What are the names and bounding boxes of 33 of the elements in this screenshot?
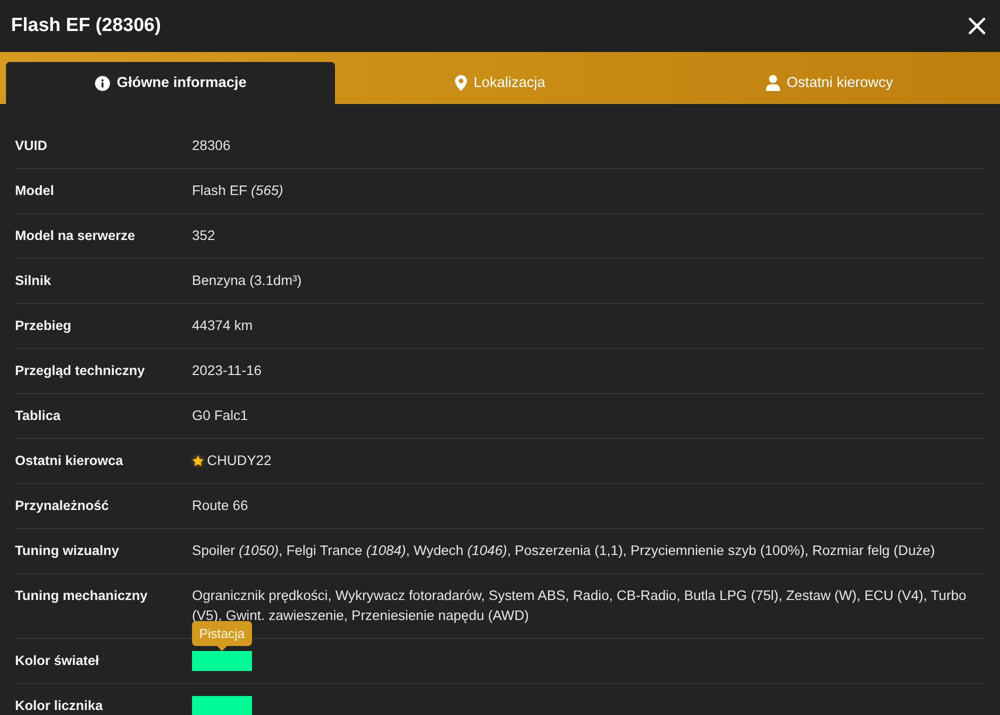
field-label: Przegląd techniczny	[15, 362, 146, 380]
field-value: 352	[192, 227, 216, 245]
field-value: 2023-11-16	[192, 362, 263, 380]
info-icon	[94, 76, 110, 90]
map-pin-icon	[454, 75, 467, 91]
field-value: 44374 km	[192, 317, 254, 335]
field-value: G0 Falc1	[192, 407, 249, 425]
field-label: Tablica	[15, 407, 62, 425]
field-label: Przynależność	[15, 497, 110, 515]
field-label: VUID	[15, 137, 48, 155]
field-label: Kolor licznika	[15, 697, 104, 715]
field-label: Silnik	[15, 272, 52, 290]
field-value: 28306	[192, 137, 232, 155]
field-label: Ostatni kierowca	[15, 452, 124, 470]
field-label: Tuning wizualny	[15, 542, 120, 560]
tab[interactable]: Główne informacje	[6, 62, 336, 104]
field-label: Model	[15, 182, 55, 200]
field-label: Model na serwerze	[15, 227, 136, 245]
field-value: CHUDY22	[207, 452, 272, 470]
person-icon	[766, 75, 780, 91]
field-value: Benzyna (3.1dm³)	[192, 272, 303, 290]
field-value: Spoiler (1050), Felgi Trance (1084), Wydech (1046), Poszerzenia (1,1), Przyciemnienie szyb (100%), Rozmiar felg (Duże)	[192, 542, 936, 560]
close-button[interactable]	[966, 15, 988, 37]
tab[interactable]: Lokalizacja	[335, 62, 665, 104]
tab[interactable]: Ostatni kierowcy	[664, 62, 994, 104]
field-label: Kolor świateł	[15, 652, 100, 670]
tooltip: Pistacja	[192, 621, 252, 651]
field-value: Flash EF (565)	[192, 182, 284, 200]
field-label: Tuning mechaniczny	[15, 587, 149, 605]
window-title: Flash EF (28306)	[11, 14, 161, 38]
close-icon	[968, 17, 986, 35]
field-value: Route 66	[192, 497, 249, 515]
field-label: Przebieg	[15, 317, 72, 335]
